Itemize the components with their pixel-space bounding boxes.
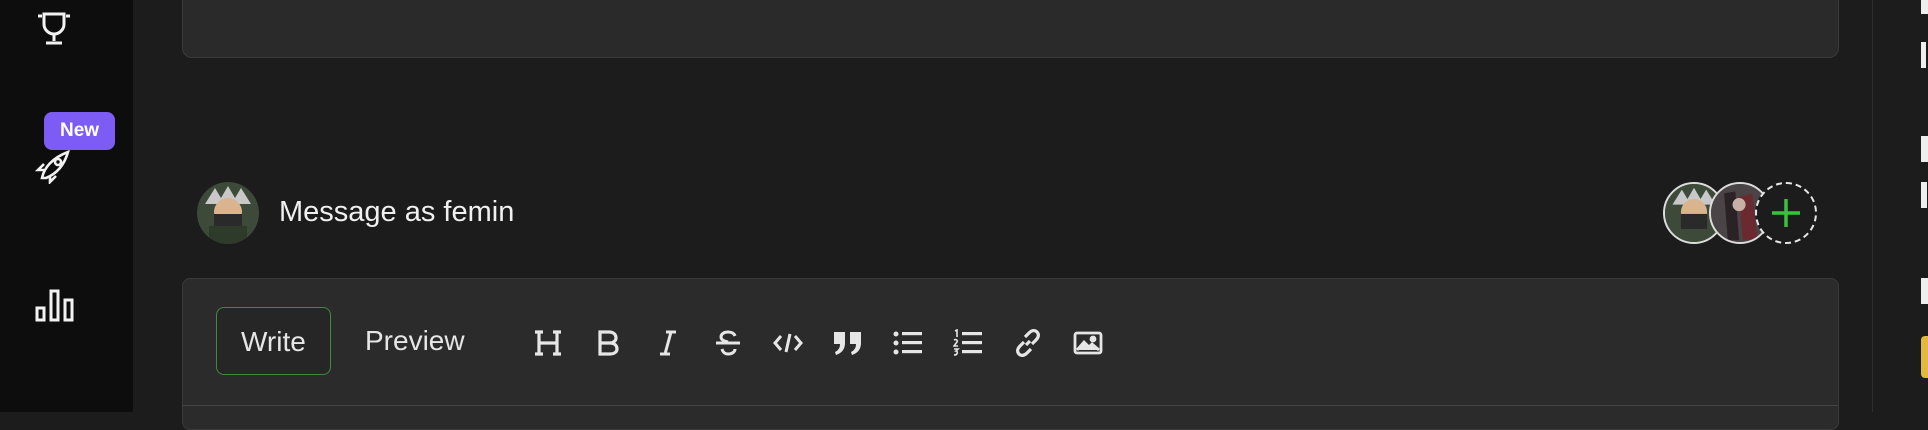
previous-card — [182, 0, 1839, 58]
italic-icon[interactable] — [648, 323, 688, 363]
code-icon[interactable] — [768, 323, 808, 363]
right-sidebar — [1872, 0, 1928, 412]
message-as-label: Message as femin — [279, 196, 515, 228]
new-badge: New — [44, 112, 116, 150]
tab-preview[interactable]: Preview — [365, 307, 465, 375]
right-text-fragment — [1921, 182, 1927, 208]
bar-chart-icon[interactable] — [35, 288, 75, 327]
comment-editor: Write Preview — [182, 278, 1839, 430]
right-text-fragment — [1921, 278, 1928, 304]
link-icon[interactable] — [1008, 323, 1048, 363]
add-identity-button[interactable] — [1755, 182, 1817, 244]
bold-icon[interactable] — [588, 323, 628, 363]
quote-icon[interactable] — [828, 323, 868, 363]
right-text-fragment — [1921, 136, 1928, 162]
right-yellow-button[interactable] — [1921, 336, 1928, 378]
user-avatar — [197, 182, 259, 244]
left-sidebar: New — [0, 0, 133, 412]
right-text-fragment — [1921, 0, 1928, 14]
heading-icon[interactable] — [528, 323, 568, 363]
plus-icon — [1772, 199, 1800, 227]
right-text-fragment — [1921, 42, 1926, 68]
image-icon[interactable] — [1068, 323, 1108, 363]
main-content: Message as femin Write Preview — [133, 0, 1872, 430]
tab-write[interactable]: Write — [216, 307, 331, 375]
bulleted-list-icon[interactable] — [888, 323, 928, 363]
trophy-icon[interactable] — [34, 10, 74, 53]
rocket-icon[interactable] — [34, 148, 74, 189]
editor-divider — [183, 405, 1838, 406]
strikethrough-icon[interactable] — [708, 323, 748, 363]
numbered-list-icon[interactable] — [948, 323, 988, 363]
